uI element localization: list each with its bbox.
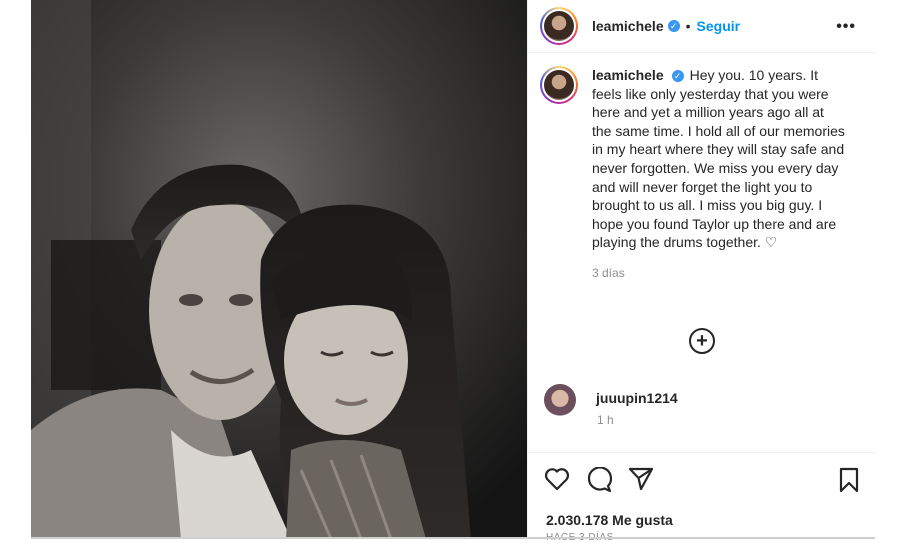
verified-badge-icon: ✓ xyxy=(667,20,680,32)
header-username[interactable]: leamichele xyxy=(592,18,664,34)
likes-count[interactable]: 2.030.178 Me gusta xyxy=(546,512,673,528)
avatar[interactable] xyxy=(540,7,578,45)
caption-verified-icon: ✓ xyxy=(671,70,684,82)
more-options-icon[interactable]: ••• xyxy=(836,18,856,36)
caption-text: Hey you. 10 years. It feels like only ye… xyxy=(592,67,845,251)
comment-time: 1 h xyxy=(597,413,614,427)
load-more-comments-button[interactable]: + xyxy=(689,328,715,354)
caption-time: 3 días xyxy=(592,265,625,280)
bookmark-icon[interactable] xyxy=(838,467,860,493)
heart-icon[interactable] xyxy=(544,467,570,491)
post-photo[interactable] xyxy=(31,0,527,539)
post-side-panel: leamichele ✓ • Seguir ••• leamichele ✓ Hey… xyxy=(527,0,876,543)
comment: juuupin1214 xyxy=(544,384,678,416)
photo-image xyxy=(31,0,527,539)
action-bar xyxy=(528,452,876,501)
caption: leamichele ✓ Hey you. 10 years. It feels l… xyxy=(592,66,846,283)
caption-avatar-image xyxy=(544,70,574,100)
header-separator: • xyxy=(685,18,691,34)
caption-username[interactable]: leamichele xyxy=(592,67,664,83)
post-header: leamichele ✓ • Seguir ••• xyxy=(528,0,876,53)
comment-icon[interactable] xyxy=(586,467,612,493)
caption-avatar[interactable] xyxy=(540,66,578,104)
follow-button[interactable]: Seguir xyxy=(697,18,741,34)
caption-block: leamichele ✓ Hey you. 10 years. It feels l… xyxy=(540,66,860,283)
avatar-image xyxy=(544,11,574,41)
share-icon[interactable] xyxy=(628,467,654,491)
comment-avatar[interactable] xyxy=(544,384,576,416)
